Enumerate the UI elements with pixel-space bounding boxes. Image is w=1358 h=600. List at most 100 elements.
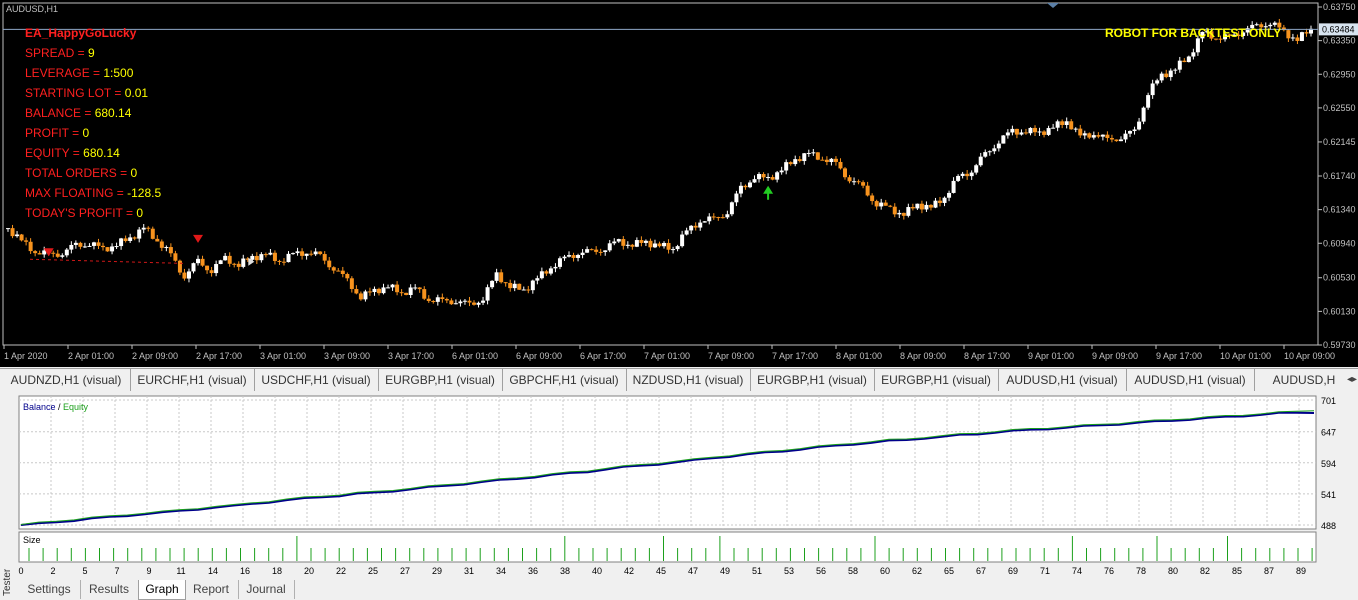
- symbol-tab[interactable]: GBPCHF,H1 (visual): [502, 369, 627, 391]
- x-tick-label: 3 Apr 17:00: [388, 351, 434, 361]
- bull-candle: [576, 254, 581, 258]
- tab-report[interactable]: Report: [184, 580, 239, 599]
- bear-candle: [1042, 131, 1047, 135]
- x-tick-label: 3 Apr 01:00: [260, 351, 306, 361]
- tab-results[interactable]: Results: [80, 580, 139, 599]
- symbol-tab[interactable]: EURGBP,H1 (visual): [378, 369, 503, 391]
- info-row: TOTAL ORDERS = 0: [25, 166, 137, 180]
- bear-candle: [327, 260, 332, 268]
- bull-candle: [1150, 83, 1155, 96]
- bear-candle: [503, 282, 508, 284]
- bull-candle: [408, 287, 413, 295]
- bull-candle: [829, 158, 834, 163]
- tabs-scroll-arrows[interactable]: ◂▸: [1346, 369, 1358, 391]
- bull-candle: [616, 239, 621, 242]
- bear-candle: [720, 217, 725, 219]
- info-value: 0: [130, 166, 137, 180]
- bull-candle: [557, 258, 562, 267]
- bear-candle: [358, 293, 363, 300]
- bull-candle: [933, 200, 938, 208]
- bear-candle: [1286, 30, 1291, 39]
- balance-y-label: 647: [1321, 428, 1336, 438]
- bull-candle: [879, 202, 884, 207]
- bull-candle: [852, 181, 857, 183]
- bear-candle: [870, 195, 875, 202]
- graph-x-label: 80: [1168, 566, 1178, 576]
- y-tick-label: 0.60940: [1323, 238, 1356, 248]
- symbol-tab[interactable]: EURCHF,H1 (visual): [130, 369, 255, 391]
- bear-candle: [236, 263, 241, 267]
- x-tick-label: 10 Apr 09:00: [1284, 351, 1335, 361]
- tab-graph[interactable]: Graph: [138, 580, 186, 600]
- symbol-tab[interactable]: NZDUSD,H1 (visual): [626, 369, 751, 391]
- x-tick-label: 7 Apr 17:00: [772, 351, 818, 361]
- bear-candle: [1078, 128, 1083, 136]
- bull-candle: [671, 249, 676, 251]
- bear-candle: [1114, 139, 1119, 142]
- bear-candle: [666, 242, 671, 250]
- bear-candle: [28, 241, 33, 252]
- bull-candle: [87, 245, 92, 247]
- bull-candle: [1132, 129, 1137, 132]
- bear-candle: [101, 245, 106, 248]
- info-row: LEVERAGE = 1:500: [25, 66, 134, 80]
- graph-x-label: 76: [1104, 566, 1114, 576]
- bull-candle: [1028, 127, 1033, 134]
- bear-candle: [910, 207, 915, 209]
- symbol-tab[interactable]: EURGBP,H1 (visual): [874, 369, 999, 391]
- bull-candle: [535, 278, 540, 281]
- bull-candle: [1155, 80, 1160, 84]
- symbol-tab[interactable]: USDCHF,H1 (visual): [254, 369, 379, 391]
- bear-candle: [404, 292, 409, 295]
- bear-candle: [838, 161, 843, 169]
- tab-journal[interactable]: Journal: [238, 580, 295, 599]
- graph-x-label: 11: [176, 566, 185, 576]
- bull-candle: [137, 229, 142, 239]
- bull-candle: [992, 148, 997, 152]
- bull-candle: [548, 268, 553, 274]
- bull-candle: [793, 159, 798, 165]
- x-tick-label: 9 Apr 01:00: [1028, 351, 1074, 361]
- bear-candle: [824, 159, 829, 163]
- symbol-tab[interactable]: AUDUSD,H: [1254, 369, 1355, 391]
- bull-candle: [1051, 127, 1056, 129]
- bear-candle: [892, 206, 897, 215]
- price-chart-window[interactable]: 0.63750 0.63350 0.62950 0.62550 0.62145 0.617…: [0, 0, 1358, 367]
- bear-candle: [444, 299, 449, 301]
- bear-candle: [200, 258, 205, 266]
- price-chart[interactable]: 0.63750 0.63350 0.62950 0.62550 0.62145 0.617…: [0, 0, 1358, 367]
- bear-candle: [743, 185, 748, 188]
- tab-settings[interactable]: Settings: [18, 580, 81, 599]
- bull-candle: [313, 251, 318, 255]
- bull-candle: [1082, 133, 1087, 136]
- y-tick-label: 0.59730: [1323, 340, 1356, 350]
- bull-candle: [978, 156, 983, 166]
- graph-x-label: 34: [496, 566, 506, 576]
- symbol-tab[interactable]: AUDUSD,H1 (visual): [998, 369, 1127, 391]
- graph-x-label: 60: [880, 566, 890, 576]
- bull-candle: [983, 152, 988, 157]
- graph-x-label: 56: [816, 566, 826, 576]
- bull-candle: [747, 182, 752, 188]
- bull-candle: [634, 240, 639, 247]
- y-tick-label: 0.62950: [1323, 69, 1356, 79]
- balance-y-label: 701: [1321, 396, 1336, 406]
- bull-candle: [680, 234, 685, 247]
- symbol-tab[interactable]: EURGBP,H1 (visual): [750, 369, 875, 391]
- symbol-tab[interactable]: AUDNZD,H1 (visual): [2, 369, 131, 391]
- bear-candle: [901, 212, 906, 216]
- info-label: BALANCE =: [25, 106, 95, 120]
- graph-x-label: 31: [464, 566, 474, 576]
- bull-candle: [960, 173, 965, 176]
- bull-candle: [951, 180, 956, 193]
- bear-candle: [1069, 121, 1074, 130]
- bull-candle: [603, 250, 608, 253]
- bull-candle: [562, 256, 567, 259]
- bear-candle: [648, 240, 653, 248]
- symbol-tab[interactable]: AUDUSD,H1 (visual): [1126, 369, 1255, 391]
- graph-x-label: 62: [912, 566, 922, 576]
- y-tick-label: 0.61740: [1323, 171, 1356, 181]
- bull-candle: [725, 214, 730, 218]
- bear-candle: [847, 177, 852, 182]
- bull-candle: [1123, 133, 1128, 140]
